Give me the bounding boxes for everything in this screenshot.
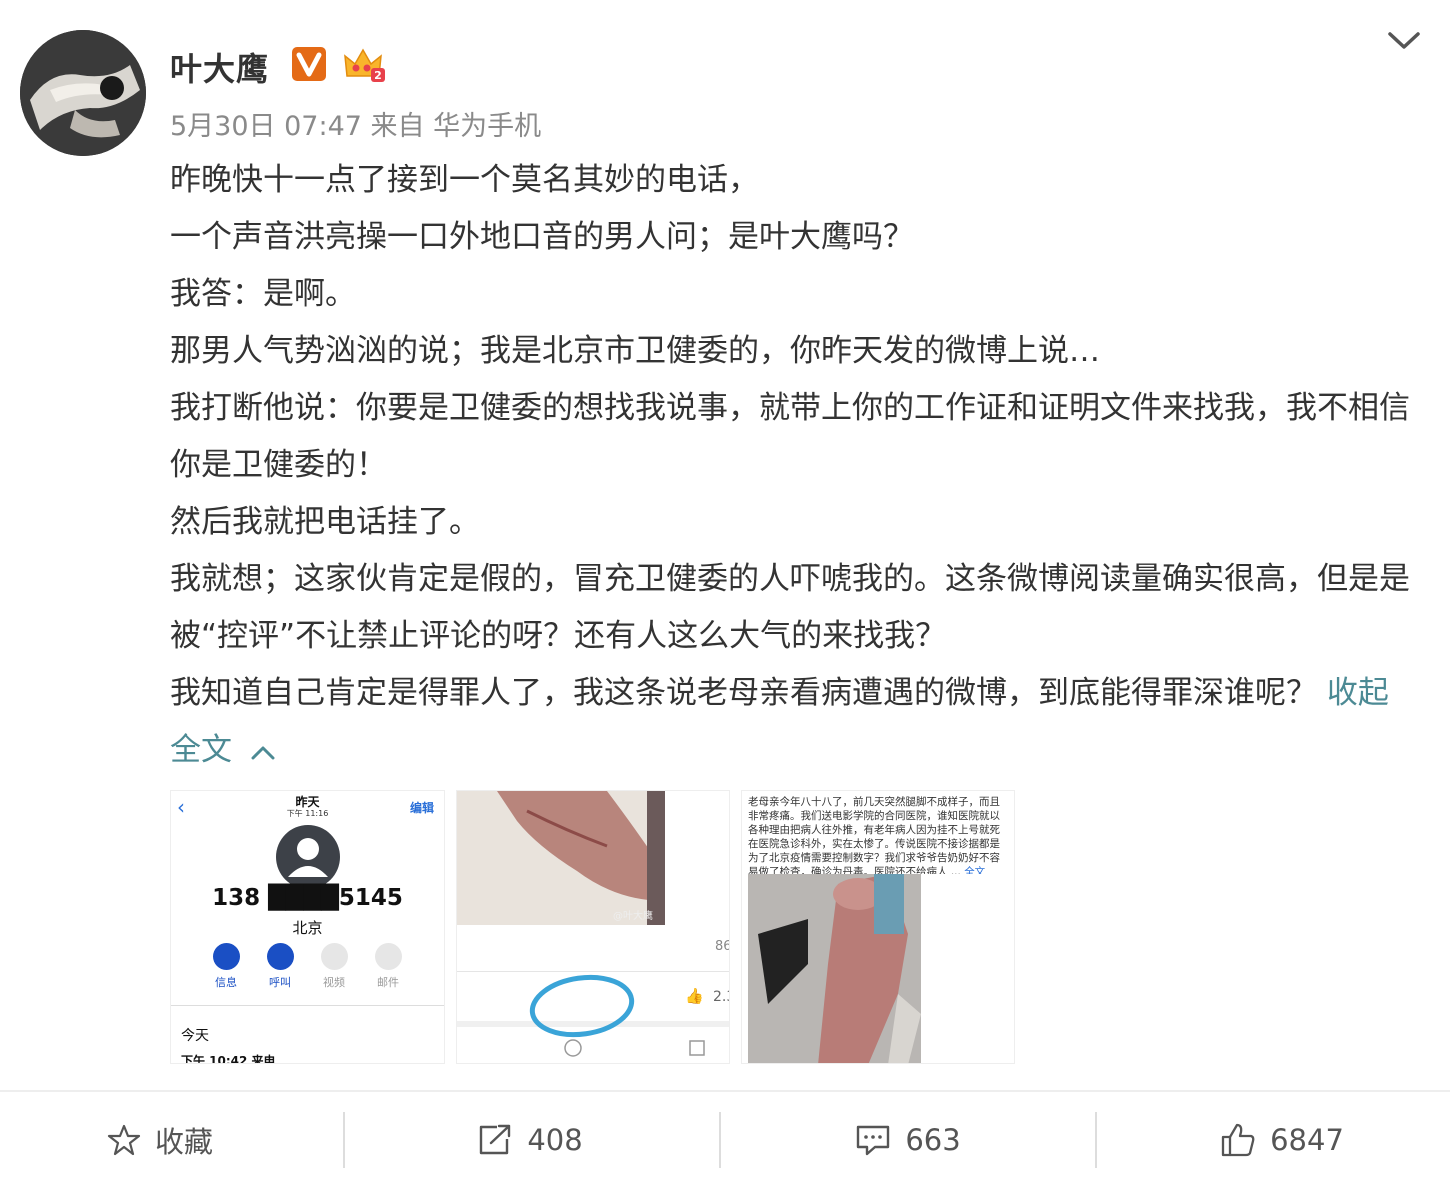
chevron-up-icon[interactable] bbox=[250, 743, 276, 761]
image-thumbnail-foot[interactable]: 老母亲今年八十八了，前几天突然腿脚不成样子，而且非常疼痛。我们送电影学院的合同医… bbox=[741, 790, 1015, 1064]
image-thumbnail-leg[interactable]: @叶大鹰 86 👍 2.3 bbox=[456, 790, 730, 1064]
post-line: 昨晚快十一点了接到一个莫名其妙的电话， bbox=[170, 162, 759, 198]
action-separator bbox=[1095, 1112, 1097, 1168]
post-source: 华为手机 bbox=[433, 111, 542, 142]
post-line: 那男人气势汹汹的说；我是北京市卫健委的，你昨天发的微博上说… bbox=[170, 333, 1100, 369]
button-label: 视频 bbox=[323, 976, 345, 989]
button-label: 邮件 bbox=[377, 976, 399, 989]
phone-city: 北京 bbox=[292, 919, 323, 937]
phone-button-video: 视频 bbox=[314, 943, 354, 990]
comment-count: 663 bbox=[905, 1123, 961, 1157]
svg-text:2: 2 bbox=[374, 69, 382, 82]
button-label: 呼叫 bbox=[269, 976, 291, 989]
source-prefix: 来自 bbox=[370, 111, 425, 142]
screenshot-text: 老母亲今年八十八了，前几天突然腿脚不成样子，而且非常疼痛。我们送电影学院的合同医… bbox=[748, 795, 1010, 879]
chevron-down-icon[interactable] bbox=[1384, 28, 1424, 54]
favorite-button[interactable]: 收藏 bbox=[60, 1112, 260, 1168]
phone-number: 138 ████5145 bbox=[212, 885, 403, 911]
post-body: 昨晚快十一点了接到一个莫名其妙的电话， 一个声音洪亮操一口外地口音的男人问；是叶… bbox=[170, 152, 1410, 779]
repost-icon bbox=[480, 1124, 511, 1155]
edit-link: 编辑 bbox=[409, 801, 434, 815]
post-meta: 5月30日 07:47 来自 华为手机 bbox=[170, 104, 541, 143]
post-line-last: 我知道自己肯定是得罪人了，我这条说老母亲看病遭遇的微博，到底能得罪深谁呢？ 收起… bbox=[170, 665, 1410, 779]
image-thumbnail-call-log[interactable]: ‹ 昨天 下午 11:16 编辑 138 ████5145 北京 信息 呼叫 视… bbox=[170, 790, 445, 1064]
phone-icon bbox=[266, 943, 294, 970]
author-name[interactable]: 叶大鹰 bbox=[170, 44, 269, 90]
favorite-label: 收藏 bbox=[154, 1125, 213, 1159]
post-line: 我打断他说：你要是卫健委的想找我说事，就带上你的工作证和证明文件来找我，我不相信… bbox=[170, 390, 1410, 483]
mail-icon bbox=[374, 943, 402, 970]
action-separator bbox=[719, 1112, 721, 1168]
post-line: 我就想；这家伙肯定是假的，冒充卫健委的人吓唬我的。这条微博阅读量确实很高，但是是… bbox=[170, 561, 1410, 654]
phone-button-call: 呼叫 bbox=[260, 943, 300, 990]
author-avatar[interactable] bbox=[20, 30, 146, 156]
contact-avatar-icon bbox=[276, 825, 340, 889]
call-entry: 下午 10:42 来电 bbox=[181, 1054, 276, 1064]
like-count-small: 2.3 bbox=[713, 989, 729, 1005]
image-watermark: @叶大鹰 bbox=[613, 911, 653, 922]
comment-button[interactable]: 663 bbox=[808, 1112, 1008, 1168]
post-date[interactable]: 5月30日 07:47 bbox=[170, 111, 362, 142]
leg-photo bbox=[457, 791, 729, 1063]
post-line: 一个声音洪亮操一口外地口音的男人问；是叶大鹰吗？ bbox=[170, 219, 914, 255]
call-time: 下午 11:16 bbox=[286, 809, 329, 818]
foot-photo bbox=[748, 874, 1014, 1063]
phone-button-message: 信息 bbox=[206, 943, 246, 990]
repost-button[interactable]: 408 bbox=[430, 1112, 630, 1168]
post-line: 我知道自己肯定是得罪人了，我这条说老母亲看病遭遇的微博，到底能得罪深谁呢？ bbox=[170, 675, 1317, 711]
screenshot-body: 老母亲今年八十八了，前几天突然腿脚不成样子，而且非常疼痛。我们送电影学院的合同医… bbox=[748, 796, 1000, 878]
thumbs-up-icon bbox=[1221, 1123, 1255, 1157]
action-bar: 收藏 408 663 6847 bbox=[0, 1092, 1450, 1183]
call-today: 今天 bbox=[181, 1028, 209, 1044]
side-number: 86 bbox=[715, 939, 730, 954]
button-label: 信息 bbox=[215, 976, 237, 989]
star-icon bbox=[107, 1124, 141, 1156]
post-line: 然后我就把电话挂了。 bbox=[170, 504, 480, 540]
like-button[interactable]: 6847 bbox=[1182, 1112, 1382, 1168]
phone-button-mail: 邮件 bbox=[368, 943, 408, 990]
comment-icon bbox=[857, 1125, 890, 1156]
like-count: 6847 bbox=[1270, 1123, 1344, 1157]
video-icon bbox=[320, 943, 348, 970]
crown-member-icon[interactable]: 2 bbox=[343, 46, 387, 84]
v-verified-icon bbox=[291, 46, 327, 82]
divider bbox=[171, 1005, 444, 1006]
repost-count: 408 bbox=[527, 1123, 583, 1157]
thumbs-up-icon: 👍 bbox=[685, 987, 704, 1005]
message-icon bbox=[212, 943, 240, 970]
action-separator bbox=[343, 1112, 345, 1168]
post-line: 我答：是啊。 bbox=[170, 276, 356, 312]
